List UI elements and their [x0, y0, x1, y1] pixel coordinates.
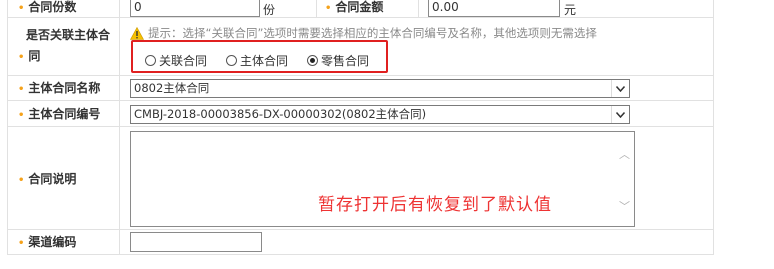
contract-description-label: • 合同说明 [18, 172, 77, 186]
chevron-down-icon[interactable] [611, 80, 629, 97]
required-bullet-icon: • [18, 84, 25, 95]
scroll-up-icon[interactable]: ︿ [619, 146, 630, 162]
contract-amount-unit: 元 [564, 3, 577, 17]
related-main-contract-label-line2: • 同 [18, 49, 41, 63]
contract-count-unit: 份 [263, 3, 276, 17]
column-divider [418, 0, 419, 17]
contract-amount-label: • 合同金额 [325, 0, 384, 14]
column-divider [7, 0, 8, 254]
row-divider [7, 229, 714, 230]
radio-button[interactable] [145, 55, 156, 66]
annotation-note: 暂存打开后有恢复到了默认值 [318, 195, 552, 215]
required-bullet-icon: • [18, 52, 25, 63]
row-divider [7, 126, 714, 127]
radio-button-selected[interactable] [307, 55, 318, 66]
radio-main-contract[interactable]: 主体合同 [226, 52, 288, 69]
row-divider [7, 75, 714, 76]
chevron-down-icon[interactable] [611, 106, 629, 123]
related-main-contract-label-line1: 是否关联主体合 [26, 28, 111, 42]
column-divider [713, 0, 714, 254]
main-contract-number-label: • 主体合同编号 [18, 107, 101, 121]
row-divider [7, 100, 714, 101]
row-divider [7, 17, 714, 18]
required-bullet-icon: • [18, 238, 25, 249]
contract-amount-input[interactable]: 0.00 [428, 0, 560, 17]
scroll-down-icon[interactable]: ﹀ [619, 198, 630, 214]
row-divider [7, 254, 714, 255]
channel-code-label: • 渠道编码 [18, 235, 77, 249]
contract-count-label: • 合同份数 [18, 0, 77, 14]
column-divider [119, 0, 120, 254]
required-bullet-icon: • [18, 3, 25, 14]
radio-button[interactable] [226, 55, 237, 66]
hint-text: 提示：选择“关联合同”选项时需要选择相应的主体合同编号及名称，其他选项则无需选择 [148, 26, 597, 40]
contract-count-input[interactable]: 0 [130, 0, 260, 17]
required-bullet-icon: • [325, 3, 332, 14]
hint-row: 提示：选择“关联合同”选项时需要选择相应的主体合同编号及名称，其他选项则无需选择 [130, 25, 597, 41]
warning-icon [130, 26, 144, 40]
column-divider [316, 0, 317, 17]
required-bullet-icon: • [18, 110, 25, 121]
required-bullet-icon: • [18, 175, 25, 186]
radio-retail-contract[interactable]: 零售合同 [307, 52, 369, 69]
main-contract-name-label: • 主体合同名称 [18, 81, 101, 95]
main-contract-number-select[interactable]: CMBJ-2018-00003856-DX-00000302(0802主体合同) [130, 105, 630, 124]
channel-code-input[interactable] [130, 232, 262, 252]
contract-type-radio-group: 关联合同 主体合同 零售合同 [131, 40, 388, 73]
main-contract-name-select[interactable]: 0802主体合同 [130, 79, 630, 98]
radio-related-contract[interactable]: 关联合同 [145, 52, 207, 69]
